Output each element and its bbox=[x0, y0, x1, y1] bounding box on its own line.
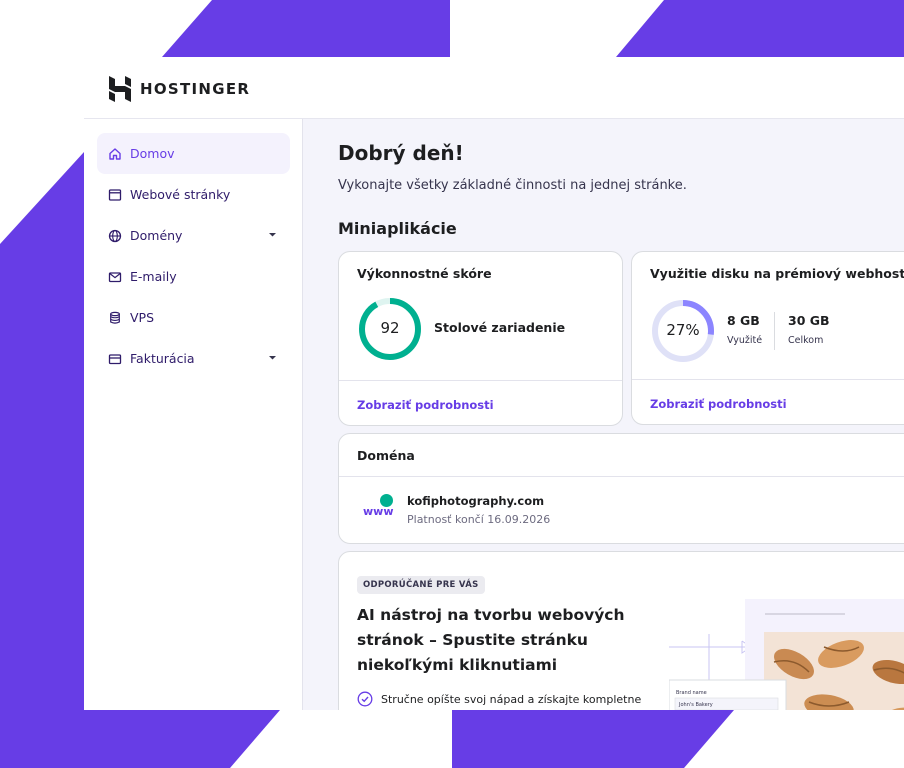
www-icon-text: www bbox=[363, 505, 394, 518]
chevron-down-icon bbox=[269, 233, 276, 237]
chevron-down-icon bbox=[269, 356, 276, 360]
sidebar-item-fakturacia[interactable]: Fakturácia bbox=[97, 338, 290, 379]
disk-total-stat: 30 GB Celkom bbox=[788, 313, 830, 346]
domain-name[interactable]: kofiphotography.com bbox=[407, 494, 544, 508]
disk-used-value: 8 GB bbox=[727, 313, 760, 328]
performance-score-value: 92 bbox=[380, 319, 400, 337]
recommended-card: ODPORÚČANÉ PRE VÁS AI nástroj na tvorbu … bbox=[338, 551, 904, 710]
sidebar-item-label: Webové stránky bbox=[130, 187, 231, 202]
globe-icon bbox=[107, 228, 123, 244]
page-title: Dobrý deň! bbox=[338, 141, 464, 165]
browser-window-icon bbox=[107, 187, 123, 203]
page: HOSTINGER Domov Webové stránky Domény E-… bbox=[0, 0, 904, 768]
sidebar-item-webove-stranky[interactable]: Webové stránky bbox=[97, 174, 290, 215]
www-icon: www bbox=[361, 492, 397, 522]
sidebar-item-vps[interactable]: VPS bbox=[97, 297, 290, 338]
preview-field-label: Brand name bbox=[676, 690, 707, 696]
credit-card-icon bbox=[107, 351, 123, 367]
dashboard-window: HOSTINGER Domov Webové stránky Domény E-… bbox=[84, 57, 904, 710]
disk-usage-card: Využitie disku na prémiový webhosting 27… bbox=[631, 251, 904, 425]
top-bar: HOSTINGER bbox=[84, 57, 904, 119]
domain-card: Doména www kofiphotography.com Platnosť … bbox=[338, 433, 904, 544]
status-dot bbox=[380, 494, 393, 507]
feature-bullet-text: Stručne opíšte svoj nápad a získajte kom… bbox=[381, 692, 642, 706]
hostinger-logo-icon bbox=[109, 76, 131, 102]
hostinger-logo[interactable]: HOSTINGER bbox=[109, 76, 250, 102]
disk-used-stat: 8 GB Využité bbox=[727, 313, 762, 346]
stat-divider bbox=[774, 312, 775, 350]
main-content: Dobrý deň! Vykonajte všetky základné čin… bbox=[303, 119, 904, 710]
sidebar-item-label: Fakturácia bbox=[130, 351, 195, 366]
sidebar-item-domeny[interactable]: Domény bbox=[97, 215, 290, 256]
widgets-section-title: Miniaplikácie bbox=[338, 219, 457, 238]
performance-details-link[interactable]: Zobraziť podrobnosti bbox=[357, 398, 494, 412]
mail-icon bbox=[107, 269, 123, 285]
sidebar-item-e-maily[interactable]: E-maily bbox=[97, 256, 290, 297]
disk-usage-percent: 27% bbox=[666, 321, 700, 339]
card-divider bbox=[339, 476, 904, 477]
card-divider bbox=[339, 380, 622, 381]
recommended-badge: ODPORÚČANÉ PRE VÁS bbox=[357, 576, 485, 594]
disk-details-link[interactable]: Zobraziť podrobnosti bbox=[650, 397, 787, 411]
sidebar-item-label: Domov bbox=[130, 146, 175, 161]
card-divider bbox=[632, 379, 904, 380]
disk-total-caption: Celkom bbox=[788, 335, 824, 346]
sidebar-item-label: E-maily bbox=[130, 269, 177, 284]
sidebar-item-label: VPS bbox=[130, 310, 155, 325]
website-preview-illustration: Brand name John's Bakery bbox=[669, 599, 904, 710]
sidebar-item-label: Domény bbox=[130, 228, 183, 243]
recommended-title: AI nástroj na tvorbu webových stránok – … bbox=[357, 606, 625, 674]
brand-name: HOSTINGER bbox=[140, 80, 251, 98]
disk-total-value: 30 GB bbox=[788, 313, 830, 328]
domain-expiry: Platnosť končí 16.09.2026 bbox=[407, 513, 551, 526]
sidebar-item-domov[interactable]: Domov bbox=[97, 133, 290, 174]
domain-card-title: Doména bbox=[357, 448, 415, 463]
performance-score-card: Výkonnostné skóre 92 Stolové zariadenie … bbox=[338, 251, 623, 426]
page-subtitle: Vykonajte všetky základné činnosti na je… bbox=[338, 178, 687, 193]
home-icon bbox=[107, 146, 123, 162]
disk-card-title: Využitie disku na prémiový webhosting bbox=[650, 266, 904, 281]
performance-device-label: Stolové zariadenie bbox=[434, 320, 566, 335]
feature-bullet: Stručne opíšte svoj nápad a získajte kom… bbox=[357, 691, 641, 707]
server-icon bbox=[107, 310, 123, 326]
performance-card-title: Výkonnostné skóre bbox=[357, 266, 492, 281]
preview-field-value: John's Bakery bbox=[678, 702, 713, 708]
disk-used-caption: Využité bbox=[727, 335, 763, 346]
sidebar: Domov Webové stránky Domény E-maily VPS … bbox=[84, 119, 303, 710]
check-circle-icon bbox=[357, 691, 373, 707]
